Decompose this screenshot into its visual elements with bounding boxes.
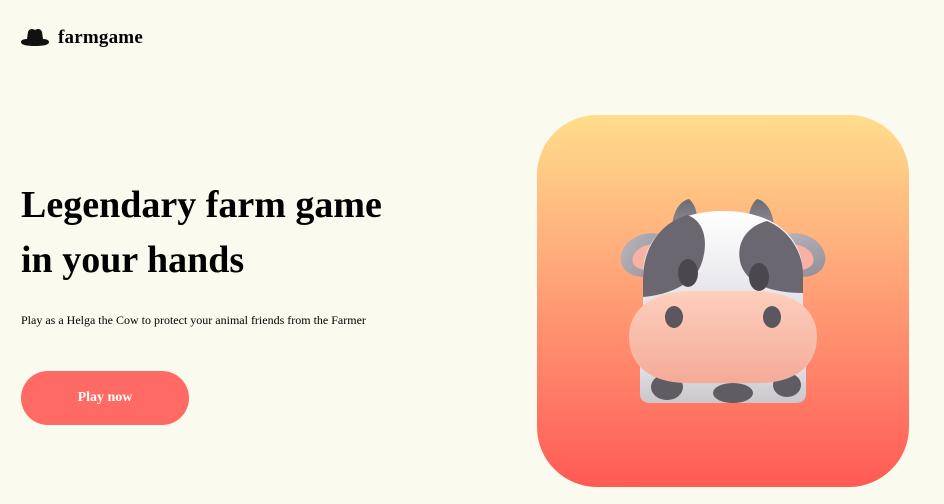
play-now-button[interactable]: Play now (21, 371, 189, 425)
brand-name: farmgame (58, 27, 143, 48)
brand-logo[interactable]: farmgame (20, 27, 143, 49)
cowboy-hat-icon (20, 28, 50, 48)
hero-illustration-card (537, 115, 909, 487)
cow-face-icon (620, 199, 826, 403)
hero-description: Play as a Helga the Cow to protect your … (21, 313, 366, 327)
hero-title: Legendary farm game in your hands (21, 184, 382, 281)
landing-page: farmgame Legendary farm game in your han… (0, 0, 944, 504)
